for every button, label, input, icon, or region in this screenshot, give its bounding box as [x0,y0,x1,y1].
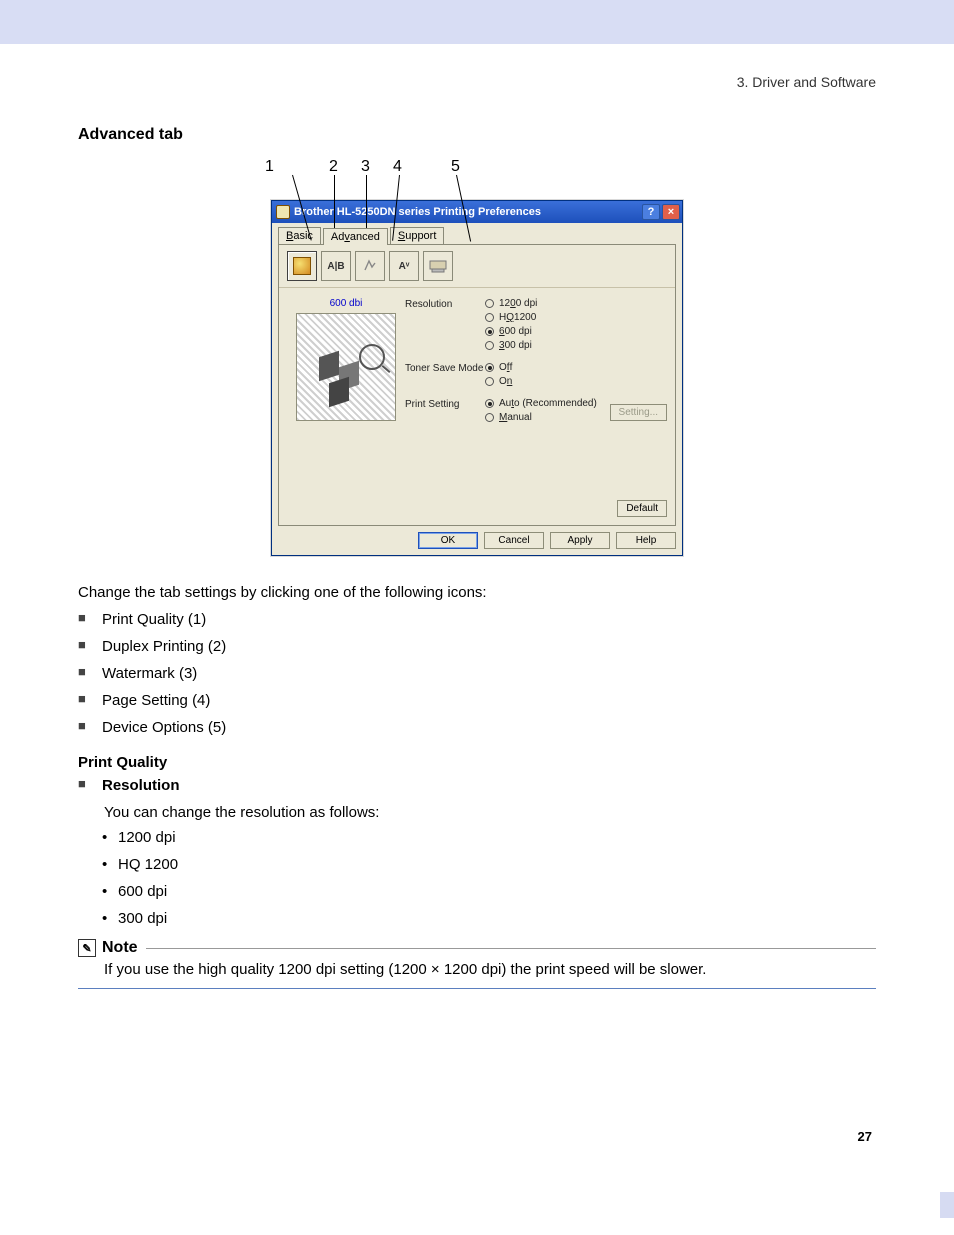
toolbar-print-quality-icon[interactable] [287,251,317,281]
help-button[interactable]: Help [616,532,676,549]
apply-button[interactable]: Apply [550,532,610,549]
section-heading: Advanced tab [78,126,876,144]
print-setting-label: Print Setting [405,398,485,426]
dialog-titlebar[interactable]: Brother HL-5250DN series Printing Prefer… [272,201,682,223]
default-button[interactable]: Default [617,500,667,517]
resolution-label: Resolution [405,298,485,354]
toolbar-watermark-icon[interactable] [355,251,385,281]
radio-600dpi[interactable]: 600 dpi [485,326,667,337]
radio-1200dpi[interactable]: 1200 dpi [485,298,667,309]
radio-manual[interactable]: Manual [485,412,597,423]
radio-auto[interactable]: Auto (Recommended) [485,398,597,409]
tab-advanced[interactable]: Advanced [323,228,388,245]
list-item: HQ 1200 [102,854,876,875]
page-number: 27 [78,1129,876,1144]
radio-toner-off[interactable]: Off [485,362,667,373]
print-quality-heading: Print Quality [78,754,876,771]
list-item: Page Setting (4) [78,690,876,711]
list-item: 600 dpi [102,881,876,902]
app-icon [276,205,290,219]
intro-text: Change the tab settings by clicking one … [78,582,876,603]
toolbar-page-setting-icon[interactable]: Aᵛ [389,251,419,281]
top-bar [0,0,954,44]
resolution-intro: You can change the resolution as follows… [104,802,876,823]
list-item: 300 dpi [102,908,876,929]
callout-numbers: 1 2 3 4 5 [271,158,683,200]
list-item: Watermark (3) [78,663,876,684]
magnifier-icon [359,344,385,370]
toner-save-label: Toner Save Mode [405,362,485,390]
chapter-label: 3. Driver and Software [78,74,876,90]
note-icon: ✎ [78,939,96,957]
note-body: If you use the high quality 1200 dpi set… [104,961,876,978]
side-tab-marker [940,1192,954,1218]
cancel-button[interactable]: Cancel [484,532,544,549]
dialog-title: Brother HL-5250DN series Printing Prefer… [294,206,541,218]
radio-hq1200[interactable]: HQ 1200 [485,312,667,323]
radio-toner-on[interactable]: On [485,376,667,387]
window-help-icon[interactable]: ? [642,204,660,220]
window-close-icon[interactable]: × [662,204,680,220]
printing-preferences-dialog: Brother HL-5250DN series Printing Prefer… [271,200,683,556]
rule [146,948,876,949]
list-item: Print Quality (1) [78,609,876,630]
setting-button[interactable]: Setting... [610,404,667,421]
tab-support[interactable]: Support [390,227,445,244]
note-label: Note [102,939,138,957]
list-item: 1200 dpi [102,827,876,848]
list-item: Duplex Printing (2) [78,636,876,657]
toolbar-device-options-icon[interactable] [423,251,453,281]
resolution-heading: Resolution [78,775,876,796]
list-item: Device Options (5) [78,717,876,738]
preview-resolution-label: 600 dbi [287,298,405,309]
tab-basic[interactable]: Basic [278,227,321,244]
toolbar-duplex-icon[interactable]: A|B [321,251,351,281]
rule [78,988,876,989]
ok-button[interactable]: OK [418,532,478,549]
preview-image [296,313,396,421]
radio-300dpi[interactable]: 300 dpi [485,340,667,351]
